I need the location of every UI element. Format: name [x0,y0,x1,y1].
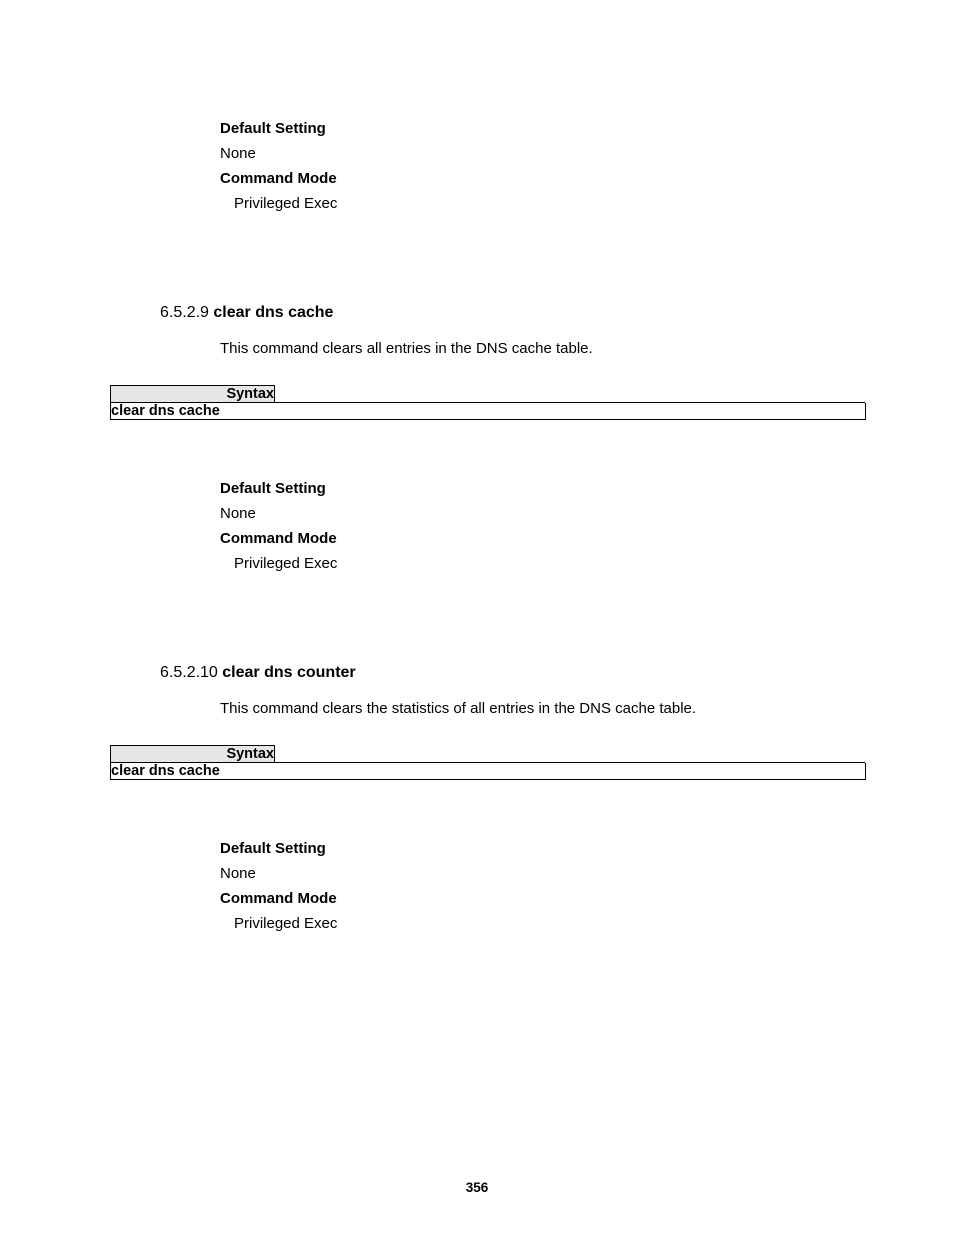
default-setting-value: None [220,865,859,882]
section-description: This command clears all entries in the D… [220,340,859,357]
section-title: clear dns cache [213,304,333,321]
default-command-block-top: Default Setting None Command Mode Privil… [220,120,859,212]
default-command-block-section2: Default Setting None Command Mode Privil… [220,840,859,932]
default-setting-label: Default Setting [220,840,859,857]
command-mode-label: Command Mode [220,890,859,907]
command-mode-value: Privileged Exec [234,915,859,932]
syntax-label-cell: Syntax [111,386,275,403]
command-mode-value: Privileged Exec [234,195,859,212]
section-title: clear dns counter [222,664,355,681]
section-number: 6.5.2.10 [160,664,222,681]
syntax-table: Syntax clear dns cache [110,745,866,780]
syntax-blank-cell [275,386,866,403]
syntax-table-wrapper: Syntax clear dns cache [110,385,859,420]
default-command-block-section1: Default Setting None Command Mode Privil… [220,480,859,572]
page-number: 356 [0,1180,954,1195]
syntax-table-wrapper: Syntax clear dns cache [110,745,859,780]
default-setting-label: Default Setting [220,480,859,497]
section-heading-clear-dns-cache: 6.5.2.9 clear dns cache [160,304,859,322]
syntax-blank-cell [275,746,866,763]
syntax-body-cell: clear dns cache [111,763,866,780]
default-setting-value: None [220,505,859,522]
syntax-label-cell: Syntax [111,746,275,763]
syntax-table: Syntax clear dns cache [110,385,866,420]
syntax-body-cell: clear dns cache [111,403,866,420]
section-description: This command clears the statistics of al… [220,700,859,717]
command-mode-label: Command Mode [220,530,859,547]
section-number: 6.5.2.9 [160,304,213,321]
command-mode-label: Command Mode [220,170,859,187]
default-setting-label: Default Setting [220,120,859,137]
section-heading-clear-dns-counter: 6.5.2.10 clear dns counter [160,664,859,682]
command-mode-value: Privileged Exec [234,555,859,572]
default-setting-value: None [220,145,859,162]
